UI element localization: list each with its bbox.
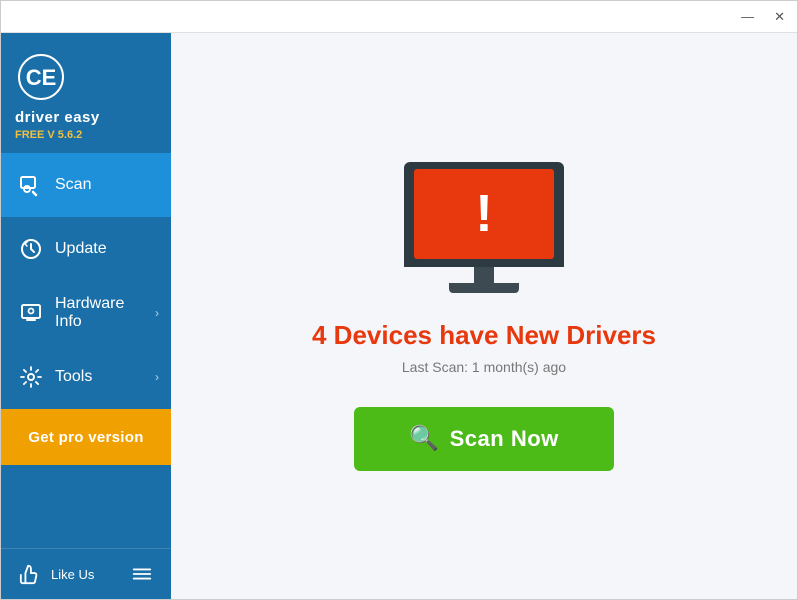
monitor-stand-base — [449, 283, 519, 293]
svg-text:CE: CE — [26, 65, 57, 90]
logo-icon-wrap: CE — [15, 51, 67, 103]
exclamation-mark: ! — [475, 188, 492, 240]
app-body: CE driver easy FREE V 5.6.2 — [1, 33, 797, 599]
monitor-stand-neck — [474, 267, 494, 283]
tools-chevron: › — [155, 370, 159, 384]
update-icon — [17, 235, 45, 263]
scan-icon — [17, 171, 45, 199]
app-window: — ✕ CE driver easy FREE V 5.6.2 — [0, 0, 798, 600]
sidebar-item-hardware-info[interactable]: Hardware Info › — [1, 281, 171, 345]
alert-title: 4 Devices have New Drivers — [312, 320, 656, 351]
logo-area: CE driver easy FREE V 5.6.2 — [1, 33, 171, 153]
sidebar-footer: Like Us — [1, 548, 171, 599]
sidebar-item-scan-label: Scan — [55, 176, 91, 194]
app-logo-icon: CE — [17, 53, 65, 101]
scan-now-button[interactable]: 🔍 Scan Now — [354, 407, 614, 471]
sidebar-item-update[interactable]: Update — [1, 217, 171, 281]
logo-version: FREE V 5.6.2 — [15, 129, 82, 141]
tools-icon — [17, 363, 45, 391]
minimize-button[interactable]: — — [737, 8, 758, 25]
sidebar-item-scan[interactable]: Scan — [1, 153, 171, 217]
main-content: ! 4 Devices have New Drivers Last Scan: … — [171, 33, 797, 599]
logo-text: driver easy — [15, 109, 100, 127]
title-bar: — ✕ — [1, 1, 797, 33]
get-pro-label: Get pro version — [28, 429, 143, 446]
close-button[interactable]: ✕ — [770, 8, 789, 25]
monitor: ! — [404, 162, 564, 292]
sidebar-item-tools-label: Tools — [55, 368, 92, 386]
menu-icon[interactable] — [129, 561, 155, 587]
sidebar: CE driver easy FREE V 5.6.2 — [1, 33, 171, 599]
hardware-info-icon — [17, 299, 45, 327]
thumbs-up-icon — [17, 561, 43, 587]
window-controls: — ✕ — [737, 8, 789, 25]
alert-screen: ! — [414, 169, 554, 259]
sidebar-item-tools[interactable]: Tools › — [1, 345, 171, 409]
monitor-screen: ! — [404, 162, 564, 267]
get-pro-button[interactable]: Get pro version — [1, 409, 171, 465]
like-us-label: Like Us — [51, 567, 94, 582]
scan-now-label: Scan Now — [450, 426, 559, 452]
last-scan-text: Last Scan: 1 month(s) ago — [402, 359, 566, 375]
like-us-button[interactable]: Like Us — [17, 561, 94, 587]
sidebar-nav: Scan Update — [1, 153, 171, 548]
monitor-illustration: ! — [404, 162, 564, 292]
hardware-info-chevron: › — [155, 306, 159, 320]
scan-now-icon: 🔍 — [409, 424, 439, 453]
sidebar-item-hardware-info-label: Hardware Info — [55, 295, 155, 331]
sidebar-item-update-label: Update — [55, 240, 107, 258]
